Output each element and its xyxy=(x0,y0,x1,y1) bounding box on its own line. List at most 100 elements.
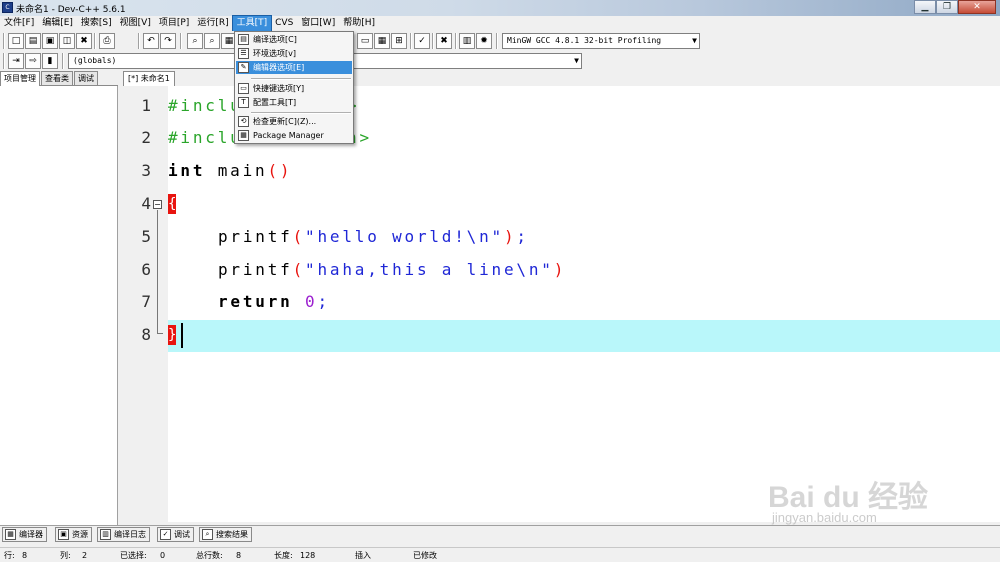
toggle-bookmark-icon[interactable]: ⇨ xyxy=(25,53,41,69)
find-icon[interactable]: ⌕ xyxy=(187,33,203,49)
scope-select-value: (globals) xyxy=(73,56,117,65)
menu-cvs[interactable]: CVS xyxy=(271,16,297,31)
menu-tools[interactable]: 工具[T] xyxy=(231,15,273,32)
menu-project[interactable]: 项目[P] xyxy=(155,16,193,31)
tab-resources[interactable]: ▣ 资源 xyxy=(55,527,92,542)
grid-icon[interactable]: ⊞ xyxy=(391,33,407,49)
code-line-3: int main() xyxy=(168,161,292,181)
status-selected-value: 0 xyxy=(160,551,166,560)
minimize-icon[interactable]: ▁ xyxy=(914,0,936,14)
compiler-icon: ▦ xyxy=(5,529,16,540)
compiler-select-value: MinGW GCC 4.8.1 32-bit Profiling xyxy=(507,36,662,45)
toolbar-separator xyxy=(432,33,434,49)
tile-icon[interactable]: ▦ xyxy=(374,33,390,49)
compiler-select[interactable]: MinGW GCC 4.8.1 32-bit Profiling ▼ xyxy=(502,33,700,49)
status-selected-label: 已选择: xyxy=(120,551,147,560)
menu-help[interactable]: 帮助[H] xyxy=(339,16,379,31)
fold-collapse-icon[interactable]: − xyxy=(153,200,162,209)
window-title: 未命名1 - Dev-C++ 5.6.1 xyxy=(16,5,126,15)
toolbar-separator xyxy=(410,33,412,49)
resources-icon: ▣ xyxy=(58,529,69,540)
print-icon[interactable]: ⎙ xyxy=(99,33,115,49)
menu-item-label: 编辑器选项[E] xyxy=(253,63,305,72)
tab-debug[interactable]: 调试 xyxy=(74,71,98,85)
code-token: () xyxy=(267,161,293,180)
tab-label: 搜索结果 xyxy=(216,530,248,539)
fold-end-marker xyxy=(157,333,163,334)
line-number: 1 xyxy=(141,96,151,115)
menu-item-label: Package Manager xyxy=(253,131,324,140)
line-number: 8 xyxy=(141,325,151,344)
menu-item-editor-options[interactable]: ✎ 编辑器选项[E] xyxy=(236,61,352,74)
menu-item-compiler-options[interactable]: ▤ 编译选项[C] xyxy=(236,33,352,46)
line-number: 2 xyxy=(141,128,151,147)
menu-run[interactable]: 运行[R] xyxy=(193,16,232,31)
tab-project[interactable]: 项目管理 xyxy=(0,71,40,86)
menu-window[interactable]: 窗口[W] xyxy=(297,16,339,31)
editor-tab-untitled[interactable]: [*] 未命名1 xyxy=(123,71,175,86)
window-layout-icon[interactable]: ▭ xyxy=(357,33,373,49)
line-number-gutter: 1 2 3 4 5 6 7 8 − xyxy=(119,86,168,522)
bookmark-icon[interactable]: ▮ xyxy=(42,53,58,69)
menu-item-package-manager[interactable]: ▦ Package Manager xyxy=(236,129,352,142)
tab-classes[interactable]: 查看类 xyxy=(41,71,73,85)
code-token: ( xyxy=(292,227,306,246)
close-icon[interactable]: ✕ xyxy=(958,0,996,14)
tab-search-results[interactable]: ⌕ 搜索结果 xyxy=(199,527,252,542)
tab-label: 资源 xyxy=(72,530,88,539)
replace-icon[interactable]: ⌕ xyxy=(204,33,220,49)
code-token: main xyxy=(217,161,268,180)
menu-edit[interactable]: 编辑[E] xyxy=(38,16,77,31)
line-number: 3 xyxy=(141,161,151,180)
open-file-icon[interactable]: ▤ xyxy=(25,33,41,49)
menu-search[interactable]: 搜索[S] xyxy=(77,16,116,31)
line-number: 6 xyxy=(141,260,151,279)
environment-options-icon: ☰ xyxy=(238,48,249,59)
code-editor[interactable]: #incluh> #inclu.h> int main() { printf("… xyxy=(168,86,1000,522)
maximize-icon[interactable]: ❐ xyxy=(936,0,958,14)
debug-run-icon[interactable]: ✹ xyxy=(476,33,492,49)
menu-item-shortcut-options[interactable]: ▭ 快捷键选项[Y] xyxy=(236,82,352,95)
status-col-label: 列: xyxy=(60,551,71,560)
new-file-icon[interactable]: □ xyxy=(8,33,24,49)
toolbar-separator xyxy=(94,33,96,49)
code-token: ; xyxy=(317,292,330,311)
menu-item-environment-options[interactable]: ☰ 环境选项[v] xyxy=(236,47,352,60)
save-all-icon[interactable]: ◫ xyxy=(59,33,75,49)
line-number: 7 xyxy=(141,292,151,311)
status-length-label: 长度: xyxy=(274,551,293,560)
status-bar: 行: 8 列: 2 已选择: 0 总行数: 8 长度: 128 插入 已修改 xyxy=(0,547,1000,562)
menu-view[interactable]: 视图[V] xyxy=(116,16,155,31)
tab-compile-log[interactable]: ▥ 编译日志 xyxy=(97,527,150,542)
menu-separator xyxy=(251,112,351,114)
toolbar-separator xyxy=(180,33,182,49)
menu-item-label: 编译选项[C] xyxy=(253,35,297,44)
toolbar-separator xyxy=(62,53,64,69)
code-token: "haha,this a line\n" xyxy=(305,260,554,279)
tab-label: 编译日志 xyxy=(114,530,146,539)
project-panel: 项目管理 查看类 调试 xyxy=(0,71,118,525)
line-number: 4 xyxy=(141,194,151,213)
menu-file[interactable]: 文件[F] xyxy=(0,16,38,31)
compiler-options-icon: ▤ xyxy=(238,34,249,45)
close-file-icon[interactable]: ✖ xyxy=(76,33,92,49)
insert-icon[interactable]: ⇥ xyxy=(8,53,24,69)
menu-item-check-update[interactable]: ⟲ 检查更新[C](Z)... xyxy=(236,115,352,128)
tab-label: 调试 xyxy=(174,530,190,539)
menu-item-configure-tools[interactable]: T 配置工具[T] xyxy=(236,96,352,109)
tab-debug-output[interactable]: ✓ 调试 xyxy=(157,527,194,542)
redo-icon[interactable]: ↷ xyxy=(160,33,176,49)
stop-icon[interactable]: ✖ xyxy=(436,33,452,49)
chart-icon[interactable]: ▥ xyxy=(459,33,475,49)
code-token: printf xyxy=(218,260,293,279)
status-modified: 已修改 xyxy=(413,551,437,560)
menu-separator xyxy=(251,78,351,80)
matched-brace-open: { xyxy=(168,194,177,214)
undo-icon[interactable]: ↶ xyxy=(143,33,159,49)
code-token: #inclu xyxy=(168,96,243,115)
current-line-highlight xyxy=(168,320,1000,352)
tab-compiler[interactable]: ▦ 编译器 xyxy=(2,527,47,542)
save-icon[interactable]: ▣ xyxy=(42,33,58,49)
check-syntax-icon[interactable]: ✓ xyxy=(414,33,430,49)
menu-item-label: 环境选项[v] xyxy=(253,49,296,58)
